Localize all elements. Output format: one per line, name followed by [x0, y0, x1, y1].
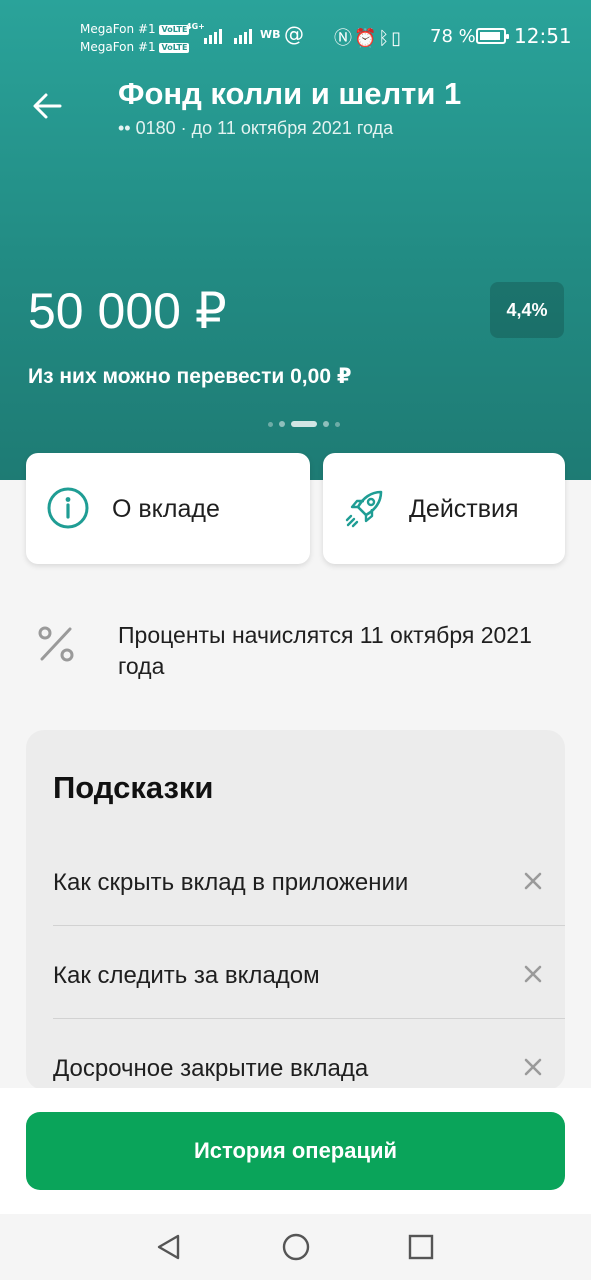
bluetooth-icon: ᛒ	[378, 28, 392, 49]
status-bar: MegaFon #1 VoLTE MegaFon #1 VoLTE 4G+ WB…	[0, 14, 591, 60]
available-amount: Из них можно перевести 0,00 ₽	[28, 365, 352, 388]
tip-label: Как скрыть вклад в приложении	[53, 869, 409, 896]
tip-item[interactable]: Досрочное закрытие вклада	[53, 1019, 565, 1090]
tip-label: Досрочное закрытие вклада	[53, 1055, 369, 1082]
tips-title: Подсказки	[53, 770, 214, 805]
page-dot	[335, 421, 340, 427]
page-dot	[323, 421, 329, 427]
battery-percent: 78 %	[430, 26, 476, 47]
system-icons: Ⓝ⏰ᛒ▯	[334, 24, 403, 50]
alarm-icon: ⏰	[354, 28, 379, 49]
tip-label: Как следить за вкладом	[53, 962, 320, 989]
network-type: 4G+	[186, 22, 205, 31]
nfc-icon: Ⓝ	[334, 28, 354, 49]
carrier-1: MegaFon #1	[80, 22, 156, 36]
nav-recents-icon[interactable]	[406, 1232, 436, 1262]
close-icon[interactable]	[523, 1057, 543, 1077]
percent-icon	[36, 624, 76, 664]
interest-rate-badge: 4,4%	[490, 282, 564, 338]
info-icon	[46, 486, 90, 530]
signal-icon	[234, 28, 252, 44]
tip-item[interactable]: Как скрыть вклад в приложении	[53, 833, 565, 926]
volte-badge: VoLTE	[159, 25, 190, 35]
tip-item[interactable]: Как следить за вкладом	[53, 926, 565, 1019]
actions-card[interactable]: Действия	[323, 453, 565, 564]
page-dot	[279, 421, 285, 427]
carrier-info: MegaFon #1 VoLTE MegaFon #1 VoLTE	[80, 20, 190, 56]
volte-badge: VoLTE	[159, 43, 190, 53]
balance-amount: 50 000 ₽	[28, 283, 227, 339]
back-arrow-icon[interactable]	[28, 86, 68, 126]
battery-icon	[476, 28, 509, 44]
clock: 12:51	[514, 24, 572, 48]
mail-icon: @	[284, 22, 304, 46]
signal-icon	[204, 28, 222, 44]
bottom-action-area: История операций	[0, 1088, 591, 1214]
account-header: MegaFon #1 VoLTE MegaFon #1 VoLTE 4G+ WB…	[0, 0, 591, 480]
nav-home-icon[interactable]	[281, 1232, 311, 1262]
about-deposit-card[interactable]: О вкладе	[26, 453, 310, 564]
close-icon[interactable]	[523, 964, 543, 984]
nav-back-icon[interactable]	[154, 1232, 184, 1262]
vibrate-icon: ▯	[391, 28, 404, 49]
tips-panel: Подсказки Как скрыть вклад в приложении …	[26, 730, 565, 1090]
system-nav-bar	[0, 1214, 591, 1280]
carrier-2: MegaFon #1	[80, 40, 156, 54]
rocket-icon	[343, 486, 387, 530]
about-deposit-label: О вкладе	[112, 495, 220, 523]
history-button[interactable]: История операций	[26, 1112, 565, 1190]
account-subtitle: •• 0180 · до 11 октября 2021 года	[118, 118, 394, 138]
page-dot	[268, 421, 273, 427]
interest-info: Проценты начислятся 11 октября 2021 года	[0, 610, 591, 690]
page-title: Фонд колли и шелти 1	[118, 76, 462, 111]
close-icon[interactable]	[523, 871, 543, 891]
page-indicator	[268, 420, 340, 428]
wb-indicator: WB	[260, 28, 281, 41]
page-dot-active	[291, 421, 317, 427]
interest-text: Проценты начислятся 11 октября 2021 года	[118, 622, 532, 679]
actions-label: Действия	[409, 495, 519, 523]
